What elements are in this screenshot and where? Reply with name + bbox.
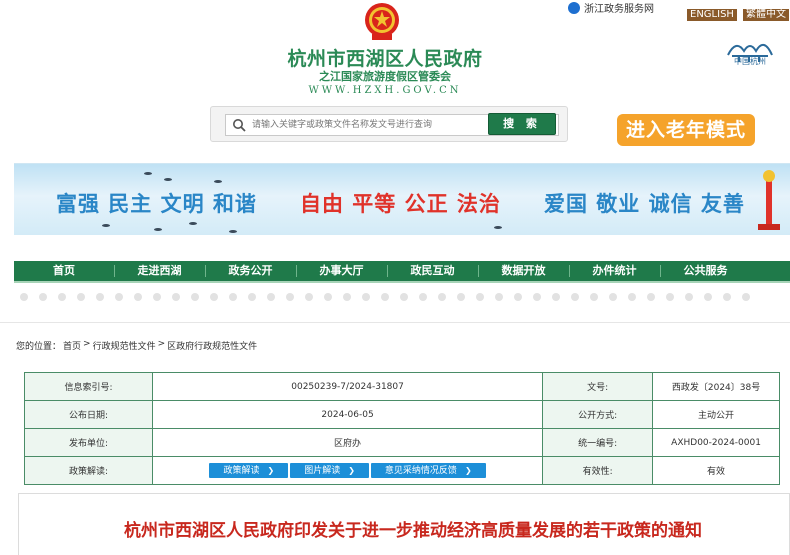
feedback-button[interactable]: 意见采纳情况反馈 ❯ (370, 463, 486, 478)
monument-icon (758, 170, 780, 230)
breadcrumb-separator: > (157, 339, 166, 349)
search-icon (233, 119, 246, 132)
chevron-right-icon: ❯ (267, 466, 275, 475)
elder-mode-button[interactable]: 进入老年模式 (617, 114, 755, 146)
gov-service-label: 浙江政务服务网 (584, 4, 654, 15)
doc-no-value: 西政发〔2024〕38号 (652, 372, 780, 401)
breadcrumb-separator: > (83, 339, 91, 349)
nav-home[interactable]: 首页 (14, 261, 114, 281)
feedback-label: 意见采纳情况反馈 (384, 466, 457, 476)
unit-value: 区府办 (151, 428, 544, 457)
validity-value: 有效 (652, 456, 780, 485)
chevron-right-icon: ❯ (464, 466, 472, 475)
hangzhou-logo-label: 中国杭州 (734, 57, 766, 66)
search-input[interactable] (252, 117, 482, 133)
main-nav: 首页 走进西湖 政务公开 办事大厅 政民互动 数据开放 办件统计 公共服务 (14, 261, 790, 283)
decorative-dots (20, 293, 790, 303)
nav-gov-affairs[interactable]: 政务公开 (205, 261, 296, 281)
nav-open-data[interactable]: 数据开放 (478, 261, 569, 281)
interpretation-label: 政策解读: (24, 456, 153, 485)
bird-icon (214, 180, 222, 183)
table-row: 政策解读: 政策解读 ❯ 图片解读 ❯ 意见采纳情况反馈 ❯ 有效性: 有效 (24, 456, 780, 485)
doc-no-label: 文号: (542, 372, 654, 401)
index-value: 00250239-7/2024-31807 (151, 372, 544, 401)
table-row: 发布单位: 区府办 统一编号: AXHD00-2024-0001 (24, 428, 780, 457)
breadcrumb-home[interactable]: 首页 (63, 339, 81, 352)
unified-no-value: AXHD00-2024-0001 (652, 428, 780, 457)
bird-icon (164, 178, 172, 181)
site-title[interactable]: 杭州市西湖区人民政府 (0, 44, 770, 71)
nav-case-stats[interactable]: 办件统计 (569, 261, 660, 281)
lang-traditional-link[interactable]: 繁體中文 (743, 9, 789, 21)
site-url: WWW.HZXH.GOV.CN (308, 85, 462, 96)
slogan-banner: 富强 民主 文明 和谐 自由 平等 公正 法治 爱国 敬业 诚信 友善 (14, 163, 790, 235)
bird-icon (494, 226, 502, 229)
breadcrumb-normative-docs[interactable]: 行政规范性文件 (93, 339, 156, 352)
gov-service-icon (568, 1, 580, 14)
gov-service-link[interactable]: 浙江政务服务网 (568, 0, 654, 15)
validity-label: 有效性: (542, 456, 654, 485)
search-button[interactable]: 搜 索 (488, 113, 556, 135)
breadcrumb-district-docs[interactable]: 区政府行政规范性文件 (167, 339, 257, 352)
interpretation-buttons: 政策解读 ❯ 图片解读 ❯ 意见采纳情况反馈 ❯ (151, 456, 544, 485)
article-title: 杭州市西湖区人民政府印发关于进一步推动经济高质量发展的若干政策的通知 (124, 521, 702, 541)
nav-service-hall[interactable]: 办事大厅 (296, 261, 387, 281)
date-label: 公布日期: (24, 400, 153, 429)
site-header: 杭州市西湖区人民政府 之江国家旅游度假区管委会 WWW.HZXH.GOV.CN … (0, 0, 790, 160)
breadcrumb: 您的位置： 首页 > 行政规范性文件 > 区政府行政规范性文件 (16, 339, 257, 352)
policy-interpretation-label: 政策解读 (223, 466, 260, 476)
bird-icon (144, 172, 152, 175)
bird-icon (102, 224, 110, 227)
open-method-label: 公开方式: (542, 400, 654, 429)
image-interpretation-label: 图片解读 (304, 466, 341, 476)
chevron-right-icon: ❯ (348, 466, 355, 475)
national-emblem-icon (365, 3, 399, 40)
image-interpretation-button[interactable]: 图片解读 ❯ (290, 463, 369, 478)
open-method-value: 主动公开 (652, 400, 780, 429)
index-label: 信息索引号: (24, 372, 153, 401)
date-value: 2024-06-05 (151, 400, 544, 429)
unit-label: 发布单位: (24, 428, 153, 457)
unified-no-label: 统一编号: (542, 428, 654, 457)
search-field-box: 搜 索 (225, 113, 559, 136)
search-bar: 搜 索 (210, 106, 568, 142)
bird-icon (154, 228, 162, 231)
lang-english-link[interactable]: ENGLISH (687, 9, 737, 21)
nav-about-xihu[interactable]: 走进西湖 (114, 261, 205, 281)
slogan-prosperity: 富强 民主 文明 和谐 (56, 192, 257, 216)
breadcrumb-prefix: 您的位置： (16, 342, 62, 352)
table-row: 公布日期: 2024-06-05 公开方式: 主动公开 (24, 400, 780, 429)
slogan-freedom: 自由 平等 公正 法治 (300, 192, 501, 216)
nav-public-service[interactable]: 公共服务 (660, 261, 751, 281)
bird-icon (189, 222, 197, 225)
bird-icon (229, 230, 237, 233)
table-row: 信息索引号: 00250239-7/2024-31807 文号: 西政发〔202… (24, 372, 780, 401)
slogan-patriotism: 爱国 敬业 诚信 友善 (544, 192, 745, 216)
document-info-table: 信息索引号: 00250239-7/2024-31807 文号: 西政发〔202… (24, 372, 780, 485)
site-subtitle: 之江国家旅游度假区管委会 (319, 70, 451, 83)
article-container: 杭州市西湖区人民政府印发关于进一步推动经济高质量发展的若干政策的通知 (18, 493, 790, 555)
policy-interpretation-button[interactable]: 政策解读 ❯ (209, 463, 289, 478)
nav-interaction[interactable]: 政民互动 (387, 261, 478, 281)
divider (0, 322, 790, 323)
